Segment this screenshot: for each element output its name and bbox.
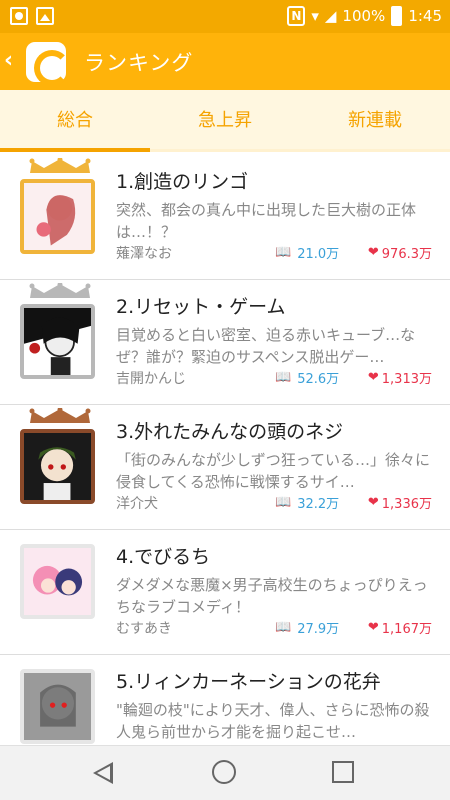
notification-image-icon xyxy=(36,7,54,25)
cover-thumbnail[interactable] xyxy=(20,179,95,254)
item-description: "輪廻の枝"により天才、偉人、さらに恐怖の殺人鬼ら前世から才能を掘り起こせ… xyxy=(116,701,430,741)
item-title[interactable]: 2.リセット・ゲーム xyxy=(116,292,286,319)
tab-overall[interactable]: 総合 xyxy=(0,90,150,152)
status-bar: N ▾ ◢ 100% 1:45 xyxy=(0,0,450,33)
book-icon: 📖 xyxy=(275,370,292,385)
page-title: ランキング xyxy=(84,51,194,75)
tab-trending[interactable]: 急上昇 xyxy=(150,90,300,149)
back-chevron-icon[interactable]: ‹ xyxy=(4,49,13,73)
nav-back-icon[interactable] xyxy=(93,762,113,784)
view-count-value: 27.9万 xyxy=(297,622,340,637)
like-count-value: 1,336万 xyxy=(381,497,432,512)
battery-icon xyxy=(391,6,403,26)
item-description: 目覚めると白い密室、迫る赤いキューブ…なぜ？誰が？緊迫のサスペンス脱出ゲー… xyxy=(116,326,416,366)
wifi-icon: ▾ xyxy=(311,7,319,25)
heart-icon: ❤ xyxy=(367,495,379,510)
list-item[interactable]: 5.リィンカーネーションの花弁 "輪廻の枝"により天才、偉人、さらに恐怖の殺人鬼… xyxy=(0,655,450,745)
tab-new-series[interactable]: 新連載 xyxy=(300,90,450,149)
item-author: 吉開かんじ xyxy=(116,371,186,387)
item-title[interactable]: 4.でびるち xyxy=(116,542,210,569)
bronze-crown-icon xyxy=(29,408,91,423)
item-description: 突然、都会の真ん中に出現した巨大樹の正体は…！？ xyxy=(116,201,417,241)
cover-thumbnail[interactable] xyxy=(20,669,95,744)
battery-level: 100% xyxy=(342,7,386,25)
view-count: 📖 27.9万 xyxy=(275,618,339,637)
app-logo[interactable] xyxy=(26,42,70,86)
like-count-value: 1,167万 xyxy=(381,622,432,637)
item-title[interactable]: 1.創造のリンゴ xyxy=(116,167,248,194)
cover-thumbnail[interactable] xyxy=(20,304,95,379)
cover-thumbnail[interactable] xyxy=(20,544,95,619)
nav-recents-icon[interactable] xyxy=(332,761,354,783)
view-count-value: 52.6万 xyxy=(297,372,340,387)
silver-crown-icon xyxy=(29,283,91,298)
like-count: ❤ 1,167万 xyxy=(368,618,432,637)
clock: 1:45 xyxy=(408,7,442,25)
heart-icon: ❤ xyxy=(367,620,379,635)
cover-thumbnail[interactable] xyxy=(20,429,95,504)
book-icon: 📖 xyxy=(275,245,292,260)
system-nav-bar xyxy=(0,745,450,800)
heart-icon: ❤ xyxy=(367,370,379,385)
list-item[interactable]: 1.創造のリンゴ 突然、都会の真ん中に出現した巨大樹の正体は…！？ 薙澤なお 📖… xyxy=(0,155,450,280)
item-author: むすあき xyxy=(116,621,172,637)
item-title[interactable]: 5.リィンカーネーションの花弁 xyxy=(116,667,381,694)
nfc-icon: N xyxy=(287,6,306,26)
nav-home-icon[interactable] xyxy=(212,760,236,784)
list-item[interactable]: 4.でびるち ダメダメな悪魔×男子高校生のちょっぴりえっちなラブコメディ！ むす… xyxy=(0,530,450,655)
ranking-tabs: 総合 急上昇 新連載 xyxy=(0,90,450,152)
view-count-value: 21.0万 xyxy=(297,247,340,262)
book-icon: 📖 xyxy=(275,620,292,635)
signal-icon: ◢ xyxy=(324,7,337,25)
view-count: 📖 52.6万 xyxy=(275,368,339,387)
list-item[interactable]: 2.リセット・ゲーム 目覚めると白い密室、迫る赤いキューブ…なぜ？誰が？緊迫のサ… xyxy=(0,280,450,405)
like-count: ❤ 1,313万 xyxy=(368,368,432,387)
like-count: ❤ 976.3万 xyxy=(368,243,432,262)
view-count-value: 32.2万 xyxy=(297,497,340,512)
gold-crown-icon xyxy=(29,158,91,173)
view-count: 📖 32.2万 xyxy=(275,493,339,512)
item-description: ダメダメな悪魔×男子高校生のちょっぴりえっちなラブコメディ！ xyxy=(116,576,428,616)
like-count: ❤ 1,336万 xyxy=(368,493,432,512)
book-icon: 📖 xyxy=(275,495,292,510)
list-item[interactable]: 3.外れたみんなの頭のネジ 「街のみんなが少しずつ狂っている…」徐々に侵食してく… xyxy=(0,405,450,530)
notification-chat-icon xyxy=(10,7,28,25)
like-count-value: 1,313万 xyxy=(381,372,432,387)
item-title[interactable]: 3.外れたみんなの頭のネジ xyxy=(116,417,343,444)
ranking-list: 1.創造のリンゴ 突然、都会の真ん中に出現した巨大樹の正体は…！？ 薙澤なお 📖… xyxy=(0,155,450,745)
heart-icon: ❤ xyxy=(367,245,379,260)
item-description: 「街のみんなが少しずつ狂っている…」徐々に侵食してくる恐怖に戦慄するサイ… xyxy=(116,451,430,491)
like-count-value: 976.3万 xyxy=(381,247,432,262)
app-bar: ‹ ランキング xyxy=(0,33,450,90)
item-author: 洋介犬 xyxy=(116,496,158,512)
view-count: 📖 21.0万 xyxy=(275,243,339,262)
item-author: 薙澤なお xyxy=(116,246,172,262)
